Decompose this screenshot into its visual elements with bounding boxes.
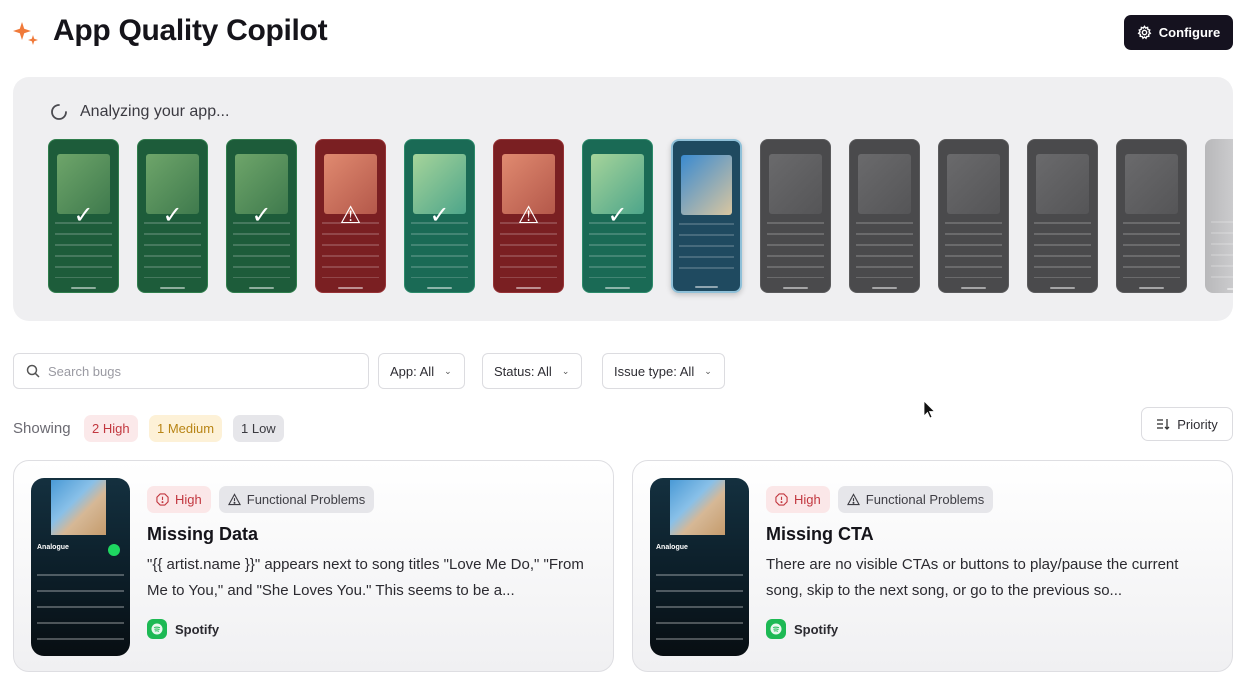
warning-icon: ⚠ — [339, 202, 362, 229]
checkmark-icon: ✓ — [429, 202, 450, 229]
sort-priority-button[interactable]: Priority — [1141, 407, 1233, 441]
thumb-title: Analogue — [656, 544, 688, 551]
bug-description: "{{ artist.name }}" appears next to song… — [147, 556, 584, 599]
issue-type-filter-dropdown[interactable]: Issue type: All ⌄ — [602, 353, 725, 389]
status-filter-dropdown[interactable]: Status: All ⌄ — [482, 353, 583, 389]
alert-octagon-icon — [775, 493, 788, 506]
bug-title: Missing CTA — [766, 524, 874, 544]
app-screenshot-pending[interactable] — [938, 139, 1009, 293]
app-screenshot-passed[interactable]: ✓ — [404, 139, 475, 293]
sort-label: Priority — [1177, 416, 1218, 432]
app-screenshot-passed[interactable]: ✓ — [48, 139, 119, 293]
high-count-badge[interactable]: 2 High — [84, 415, 138, 442]
sort-descending-icon — [1157, 419, 1170, 430]
severity-tag: High — [766, 486, 830, 513]
status-filter-label: Status: All — [494, 363, 552, 379]
warning-triangle-icon — [846, 493, 860, 506]
app-screenshot-pending[interactable] — [849, 139, 920, 293]
checkmark-icon: ✓ — [162, 202, 183, 229]
issue-type-tag: Functional Problems — [218, 486, 375, 513]
app-name: Spotify — [794, 621, 839, 637]
chevron-down-icon: ⌄ — [444, 365, 452, 376]
search-field[interactable] — [13, 353, 369, 389]
bug-card[interactable]: Analogue High Functional Problems Missin… — [632, 460, 1233, 672]
mouse-cursor-icon — [923, 400, 936, 419]
app-screenshot-issue[interactable]: ⚠ — [315, 139, 386, 293]
configure-label: Configure — [1158, 25, 1221, 40]
chevron-down-icon: ⌄ — [561, 365, 570, 376]
warning-triangle-icon — [227, 493, 241, 506]
alert-octagon-icon — [156, 493, 169, 506]
app-screenshot-passed[interactable]: ✓ — [582, 139, 653, 293]
checkmark-icon: ✓ — [73, 202, 94, 229]
screenshot-content — [858, 154, 911, 214]
album-cover — [670, 480, 725, 535]
bug-screenshot-thumbnail: Analogue — [31, 478, 130, 656]
screenshot-content — [769, 154, 822, 214]
medium-count-badge[interactable]: 1 Medium — [149, 415, 223, 442]
screenshot-content — [947, 154, 1000, 214]
play-icon — [108, 544, 120, 556]
analyzing-status: Analyzing your app... — [80, 103, 230, 120]
configure-button[interactable]: Configure — [1124, 15, 1233, 50]
app-screenshot-pending[interactable] — [760, 139, 831, 293]
screenshot-content — [681, 155, 732, 215]
showing-label: Showing — [13, 420, 71, 437]
app-screenshot-issue[interactable]: ⚠ — [493, 139, 564, 293]
search-icon — [26, 364, 40, 378]
header: App Quality Copilot Configure — [0, 0, 1247, 68]
spotify-icon — [766, 619, 786, 639]
album-cover — [51, 480, 106, 535]
checkmark-icon: ✓ — [251, 202, 272, 229]
warning-icon: ⚠ — [517, 202, 540, 229]
app-screenshot-passed[interactable]: ✓ — [137, 139, 208, 293]
app-screenshot-pending[interactable] — [1205, 139, 1233, 293]
search-input[interactable] — [48, 363, 348, 379]
issue-type-tag: Functional Problems — [837, 486, 994, 513]
loading-spinner-icon — [51, 104, 67, 120]
app-screenshot-passed[interactable]: ✓ — [226, 139, 297, 293]
issue-type-filter-label: Issue type: All — [614, 363, 695, 379]
app-screenshot-current[interactable] — [671, 139, 742, 293]
severity-tag: High — [147, 486, 211, 513]
spotify-icon — [147, 619, 167, 639]
app-filter-label: App: All — [390, 363, 435, 379]
chevron-down-icon: ⌄ — [704, 365, 712, 376]
sparkle-icon — [13, 22, 38, 45]
app-screenshot-pending[interactable] — [1116, 139, 1187, 293]
bug-title: Missing Data — [147, 524, 259, 544]
app-title: App Quality Copilot — [53, 14, 328, 47]
app-name: Spotify — [175, 621, 220, 637]
screenshot-content — [1213, 153, 1233, 213]
bug-screenshot-thumbnail: Analogue — [650, 478, 749, 656]
screenshot-content — [1036, 154, 1089, 214]
checkmark-icon: ✓ — [607, 202, 628, 229]
screenshot-content — [1125, 154, 1178, 214]
gear-icon — [1137, 25, 1152, 40]
screenshot-strip: ✓ ✓ ✓ ⚠ ✓ ⚠ ✓ — [48, 139, 1233, 294]
low-count-badge[interactable]: 1 Low — [233, 415, 284, 442]
bug-card[interactable]: Analogue High Functional Problems Missin… — [13, 460, 614, 672]
app-filter-dropdown[interactable]: App: All ⌄ — [378, 353, 465, 389]
bug-description: There are no visible CTAs or buttons to … — [766, 556, 1179, 599]
thumb-title: Analogue — [37, 544, 69, 551]
analysis-panel: Analyzing your app... ✓ ✓ ✓ ⚠ ✓ ⚠ ✓ — [13, 77, 1233, 321]
app-screenshot-pending[interactable] — [1027, 139, 1098, 293]
